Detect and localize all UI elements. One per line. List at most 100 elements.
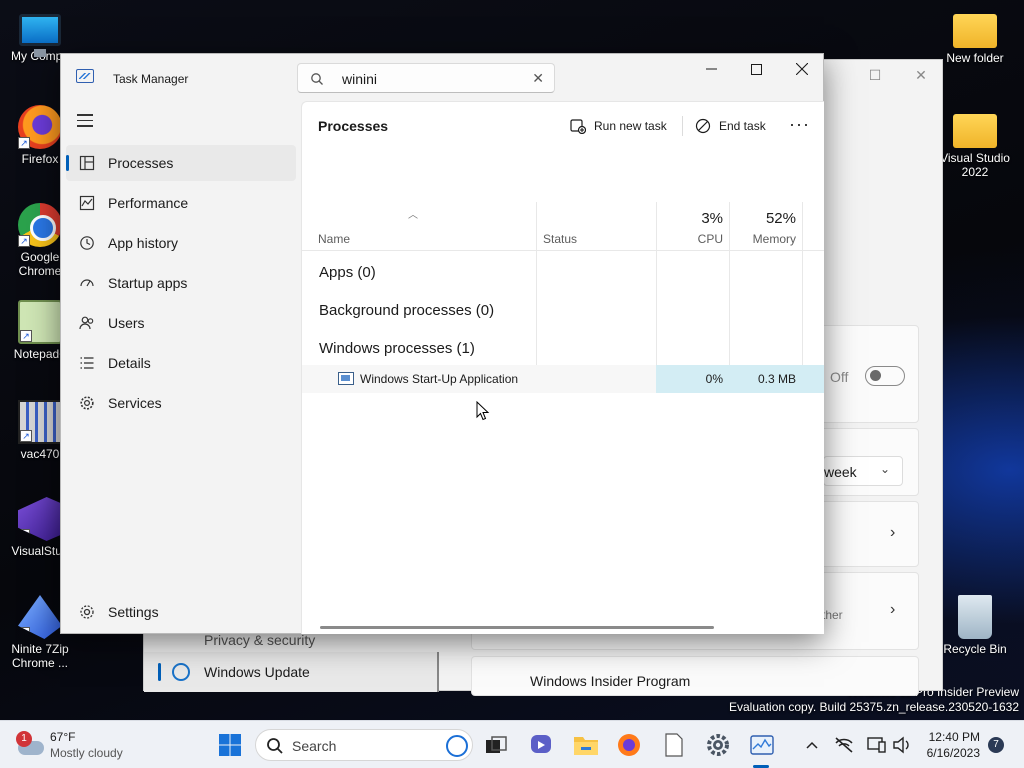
settings-nav-windows-update[interactable]: Windows Update — [144, 652, 439, 692]
desktop-icon-vs2022-folder[interactable]: Visual Studio 2022 — [935, 108, 1015, 179]
sort-ascending-icon[interactable]: ︿ — [408, 206, 418, 221]
nav-services[interactable]: Services — [66, 385, 296, 421]
column-divider — [536, 202, 537, 392]
end-task-button[interactable]: End task — [695, 114, 766, 138]
system-clock[interactable]: 12:40 PM 6/16/2023 — [927, 729, 980, 761]
users-icon — [78, 314, 96, 332]
display-icon[interactable] — [862, 731, 890, 759]
process-window-icon — [338, 372, 354, 385]
performance-icon — [78, 194, 96, 212]
horizontal-scrollbar[interactable] — [320, 626, 714, 629]
folder-icon — [953, 114, 997, 148]
app-history-icon — [78, 234, 96, 252]
nav-app-history[interactable]: App history — [66, 225, 296, 261]
shortcut-arrow-icon: ↗ — [20, 330, 32, 342]
column-header-status[interactable]: Status — [543, 232, 577, 246]
desktop-icon-recycle-bin[interactable]: Recycle Bin — [935, 595, 1015, 656]
group-apps[interactable]: Apps (0) — [319, 264, 376, 281]
group-background-processes[interactable]: Background processes (0) — [319, 302, 494, 319]
desktop-icon-label: Visual Studio 2022 — [940, 151, 1010, 179]
network-disconnected-icon[interactable] — [830, 731, 858, 759]
settings-maximize-button[interactable]: ☐ — [852, 60, 898, 90]
search-icon — [266, 737, 284, 760]
nav-settings[interactable]: Settings — [66, 594, 296, 630]
task-manager-taskbar-icon[interactable] — [748, 731, 776, 759]
close-button[interactable] — [779, 54, 825, 84]
weather-cloud-icon[interactable]: 1 — [16, 731, 44, 755]
ninite-icon: ↗ — [18, 595, 62, 639]
settings-card-insider[interactable]: Windows Insider Program — [471, 656, 919, 696]
desktop-icon-label: New folder — [946, 51, 1004, 65]
week-dropdown[interactable]: week ⌄ — [823, 456, 903, 486]
process-memory: 0.3 MB — [757, 372, 796, 386]
minimize-button[interactable] — [688, 54, 734, 84]
chevron-right-icon: › — [890, 601, 896, 618]
windows-update-icon — [172, 663, 190, 681]
weather-description[interactable]: Mostly cloudy — [50, 746, 123, 760]
startup-apps-icon — [78, 274, 96, 292]
nav-details[interactable]: Details — [66, 345, 296, 381]
shortcut-arrow-icon: ↗ — [18, 235, 30, 247]
settings-close-button[interactable]: ✕ — [898, 60, 944, 90]
header-divider — [302, 250, 824, 251]
chevron-down-icon: ⌄ — [880, 462, 891, 476]
memory-total: 52% — [765, 210, 796, 227]
desktop-icon-new-folder[interactable]: New folder — [935, 8, 1015, 65]
firefox-icon: ↗ — [18, 105, 62, 149]
shortcut-arrow-icon: ↗ — [18, 529, 30, 541]
column-header-name[interactable]: Name — [318, 232, 350, 246]
maximize-button[interactable] — [733, 54, 779, 84]
process-name: Windows Start-Up Application — [360, 372, 519, 386]
run-new-task-button[interactable]: Run new task — [570, 114, 667, 138]
task-view-icon[interactable] — [482, 731, 510, 759]
nav-users[interactable]: Users — [66, 305, 296, 341]
visualstudio-icon: ↗ — [18, 497, 62, 541]
watermark-build: Evaluation copy. Build 25375.zn_release.… — [729, 700, 1019, 714]
nav-label: Users — [108, 315, 145, 331]
table-row[interactable]: Windows Start-Up Application 0% 0.3 MB — [302, 365, 824, 393]
mouse-cursor-icon — [476, 400, 490, 426]
chrome-icon: ↗ — [18, 203, 62, 247]
folder-icon — [953, 14, 997, 48]
task-manager-app-icon — [76, 69, 94, 83]
search-icon — [310, 72, 324, 91]
notepad-icon: ↗ — [18, 300, 62, 344]
bing-icon[interactable] — [446, 735, 468, 757]
taskbar-search[interactable]: Search — [255, 729, 473, 761]
nav-processes[interactable]: Processes — [66, 145, 296, 181]
end-task-icon — [695, 118, 711, 134]
weather-temperature[interactable]: 67°F — [50, 730, 75, 744]
clock-time: 12:40 PM — [928, 730, 980, 744]
teams-chat-icon[interactable] — [527, 731, 555, 759]
notification-badge[interactable]: 7 — [988, 737, 1004, 753]
settings-toggle-switch[interactable] — [865, 366, 905, 386]
column-header-cpu[interactable]: CPU — [672, 232, 723, 246]
file-explorer-icon[interactable] — [572, 731, 600, 759]
settings-gear-icon[interactable] — [704, 731, 732, 759]
details-icon — [78, 354, 96, 372]
nav-performance[interactable]: Performance — [66, 185, 296, 221]
more-options-icon[interactable]: ··· — [789, 114, 810, 135]
search-box[interactable]: ✕ — [297, 63, 555, 93]
process-cpu: 0% — [705, 372, 723, 386]
services-icon — [78, 394, 96, 412]
desktop-icon-label: Recycle Bin — [943, 642, 1007, 656]
nav-label: Performance — [108, 195, 189, 211]
group-windows-processes[interactable]: Windows processes (1) — [319, 340, 475, 357]
chevron-up-icon[interactable] — [798, 731, 826, 759]
notepad-icon[interactable] — [660, 731, 688, 759]
desktop-icon-label: Ninite 7Zip Chrome ... — [11, 642, 69, 670]
column-header-memory[interactable]: Memory — [732, 232, 796, 246]
volume-icon[interactable] — [888, 731, 916, 759]
hamburger-menu-icon[interactable] — [77, 114, 93, 128]
firefox-icon[interactable] — [615, 731, 643, 759]
gear-icon — [78, 603, 96, 621]
vac470-icon: ↗ — [18, 400, 62, 444]
search-input[interactable] — [342, 69, 522, 89]
nav-startup-apps[interactable]: Startup apps — [66, 265, 296, 301]
clear-search-icon[interactable]: ✕ — [532, 70, 544, 87]
task-manager-window[interactable]: Task Manager Processes Performance App his… — [60, 53, 824, 634]
nav-label: Processes — [108, 155, 174, 171]
start-button[interactable] — [216, 731, 244, 759]
processes-icon — [78, 154, 96, 172]
